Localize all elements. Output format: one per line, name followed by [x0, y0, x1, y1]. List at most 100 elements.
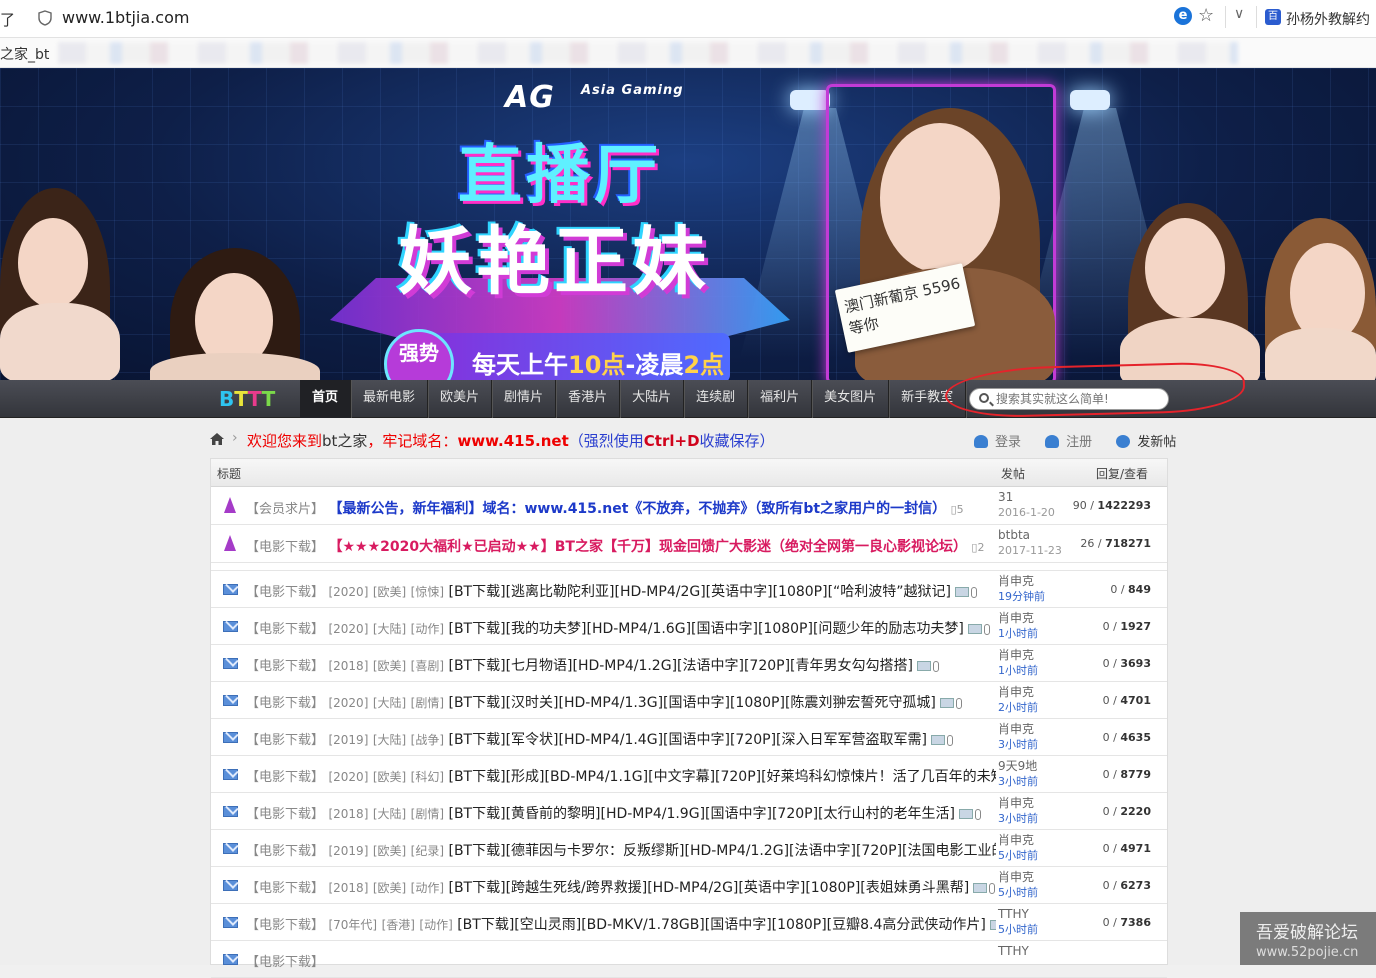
thread-category[interactable]: 【电影下载】 — [246, 540, 324, 555]
post-time[interactable]: 3小时前 — [998, 738, 1038, 751]
author-name[interactable]: btbta — [998, 528, 1030, 542]
thread-region[interactable]: [大陆] — [373, 622, 406, 636]
table-row[interactable]: 【电影下载】 [2020] [大陆] [剧情] [BT下载][汉时关][HD-M… — [211, 682, 1167, 719]
thread-title[interactable]: [BT下载][七月物语][HD-MP4/1.2G][法语中字][720P][青年… — [448, 658, 912, 674]
nav-hongkong[interactable]: 香港片 — [556, 380, 621, 418]
post-time[interactable]: 1小时前 — [998, 627, 1038, 640]
thread-title[interactable]: [BT下载][我的功夫梦][HD-MP4/1.6G][国语中字][1080P][… — [448, 621, 963, 637]
thread-title[interactable]: [BT下载][汉时关][HD-MP4/1.3G][国语中字][1080P][陈震… — [448, 695, 935, 711]
thread-year[interactable]: [2020] — [328, 622, 368, 636]
thread-title[interactable]: [BT下载][跨越生死线/跨界救援][HD-MP4/2G][英语中字][1080… — [448, 880, 969, 896]
table-row[interactable]: 【电影下载】 [2018] [大陆] [剧情] [BT下载][黄昏前的黎明][H… — [211, 793, 1167, 830]
post-time[interactable]: 19分钟前 — [998, 590, 1045, 603]
thread-region[interactable]: [欧美] — [373, 770, 406, 784]
thread-genre[interactable]: [战争] — [411, 733, 444, 747]
bookmark-news-link[interactable]: 孙杨外教解约 — [1286, 9, 1370, 29]
thread-title[interactable]: 【★★★2020大福利★已启动★★】BT之家【千万】现金回馈广大影迷（绝对全网第… — [328, 539, 967, 555]
nav-western[interactable]: 欧美片 — [428, 380, 493, 418]
author-name[interactable]: 肖申克 — [998, 611, 1034, 625]
thread-genre[interactable]: [动作] — [411, 622, 444, 636]
author-name[interactable]: 肖申克 — [998, 648, 1034, 662]
thread-genre[interactable]: [剧情] — [411, 807, 444, 821]
thread-region[interactable]: [大陆] — [373, 733, 406, 747]
thread-year[interactable]: [2018] — [328, 881, 368, 895]
post-time[interactable]: 5小时前 — [998, 849, 1038, 862]
home-icon[interactable] — [210, 433, 224, 445]
new-post-link[interactable]: 发新帖 — [1116, 435, 1176, 450]
table-row[interactable]: 【电影下载】 [2018] [欧美] [动作] [BT下载][跨越生死线/跨界救… — [211, 867, 1167, 904]
thread-category[interactable]: 【电影下载】 — [246, 733, 324, 748]
thread-title[interactable]: [BT下载][空山灵雨][BD-MKV/1.78GB][国语中字][1080P]… — [457, 917, 986, 933]
thread-year[interactable]: [2019] — [328, 733, 368, 747]
table-row[interactable]: 【电影下载】 [2020] [大陆] [动作] [BT下载][我的功夫梦][HD… — [211, 608, 1167, 645]
bookmark-star-icon[interactable]: ☆ — [1198, 5, 1214, 26]
thread-category[interactable]: 【电影下载】 — [246, 770, 324, 785]
thread-genre[interactable]: [动作] — [411, 881, 444, 895]
table-row[interactable]: 【电影下载】 [2019] [欧美] [纪录] [BT下载][德菲因与卡罗尔：反… — [211, 830, 1167, 867]
thread-genre[interactable]: [动作] — [419, 918, 452, 932]
table-row[interactable]: 【电影下载】 [2020] [欧美] [惊悚] [BT下载][逃离比勒陀利亚][… — [211, 571, 1167, 608]
sticky-thread[interactable]: 【会员求片】 【最新公告，新年福利】域名：www.415.net《不放弃，不抛弃… — [211, 487, 1167, 525]
chevron-down-icon[interactable]: ∨ — [1234, 6, 1244, 22]
thread-category[interactable]: 【电影下载】 — [246, 622, 324, 637]
nav-pictures[interactable]: 美女图片 — [812, 380, 890, 418]
site-logo[interactable]: BTTT — [219, 387, 275, 411]
nav-mainland[interactable]: 大陆片 — [620, 380, 685, 418]
table-row[interactable]: 【电影下载】 [2019] [大陆] [战争] [BT下载][军令状][HD-M… — [211, 719, 1167, 756]
thread-category[interactable]: 【电影下载】 — [246, 696, 324, 711]
thread-genre[interactable]: [喜剧] — [411, 659, 444, 673]
thread-region[interactable]: [香港] — [382, 918, 415, 932]
nav-series[interactable]: 连续剧 — [684, 380, 749, 418]
thread-category[interactable]: 【电影下载】 — [246, 585, 324, 600]
thread-genre[interactable]: [科幻] — [411, 770, 444, 784]
table-row[interactable]: 【电影下载】 [2020] [欧美] [科幻] [BT下载][形成][BD-MP… — [211, 756, 1167, 793]
security-shield-icon[interactable] — [38, 10, 52, 26]
author-name[interactable]: 肖申克 — [998, 833, 1034, 847]
thread-region[interactable]: [欧美] — [373, 659, 406, 673]
author-name[interactable]: 肖申克 — [998, 574, 1034, 588]
nav-drama[interactable]: 剧情片 — [492, 380, 557, 418]
thread-genre[interactable]: [剧情] — [411, 696, 444, 710]
table-row[interactable]: 【电影下载】 [70年代] [香港] [动作] [BT下载][空山灵雨][BD-… — [211, 904, 1167, 941]
thread-genre[interactable]: [惊悚] — [411, 585, 444, 599]
author-name[interactable]: 肖申克 — [998, 796, 1034, 810]
thread-category[interactable]: 【会员求片】 — [246, 502, 324, 517]
post-time[interactable]: 3小时前 — [998, 812, 1038, 825]
table-row[interactable]: 【电影下载】 [2018] [欧美] [喜剧] [BT下载][七月物语][HD-… — [211, 645, 1167, 682]
author-name[interactable]: 31 — [998, 490, 1013, 504]
thread-year[interactable]: [2020] — [328, 585, 368, 599]
thread-region[interactable]: [欧美] — [373, 585, 406, 599]
thread-title[interactable]: [BT下载][军令状][HD-MP4/1.4G][国语中字][720P][深入日… — [448, 732, 926, 748]
thread-title[interactable]: 【最新公告，新年福利】域名：www.415.net《不放弃，不抛弃》（致所有bt… — [328, 501, 946, 517]
page-count[interactable]: ▯2 — [971, 541, 984, 554]
ie-compat-icon[interactable]: e — [1174, 7, 1192, 25]
thread-year[interactable]: [2020] — [328, 696, 368, 710]
thread-year[interactable]: [2018] — [328, 807, 368, 821]
thread-title[interactable]: [BT下载][黄昏前的黎明][HD-MP4/1.9G][国语中字][720P][… — [448, 806, 954, 822]
thread-category[interactable]: 【电影下载】 — [246, 807, 324, 822]
thread-title[interactable]: [BT下载][德菲因与卡罗尔：反叛缪斯][HD-MP4/1.2G][法语中字][… — [448, 843, 996, 859]
thread-year[interactable]: [2019] — [328, 844, 368, 858]
author-name[interactable]: TTHY — [998, 907, 1029, 921]
register-link[interactable]: 注册 — [1045, 435, 1092, 450]
post-time[interactable]: 5小时前 — [998, 923, 1038, 936]
nav-bonus[interactable]: 福利片 — [748, 380, 813, 418]
thread-title[interactable]: [BT下载][逃离比勒陀利亚][HD-MP4/2G][英语中字][1080P][… — [448, 584, 951, 600]
thread-category[interactable]: 【电影下载】 — [246, 955, 324, 970]
sticky-thread[interactable]: 【电影下载】 【★★★2020大福利★已启动★★】BT之家【千万】现金回馈广大影… — [211, 525, 1167, 563]
thread-region[interactable]: [欧美] — [373, 881, 406, 895]
page-count[interactable]: ▯5 — [951, 503, 964, 516]
thread-category[interactable]: 【电影下载】 — [246, 918, 324, 933]
nav-latest-movies[interactable]: 最新电影 — [351, 380, 429, 418]
thread-title[interactable]: [BT下载][形成][BD-MP4/1.1G][中文字幕][720P][好莱坞科… — [448, 769, 996, 785]
nav-home[interactable]: 首页 — [300, 380, 352, 418]
author-name[interactable]: 9天9地 — [998, 759, 1037, 773]
post-time[interactable]: 1小时前 — [998, 664, 1038, 677]
thread-year[interactable]: [2020] — [328, 770, 368, 784]
author-name[interactable]: 肖申克 — [998, 870, 1034, 884]
thread-region[interactable]: [大陆] — [373, 807, 406, 821]
post-time[interactable]: 5小时前 — [998, 886, 1038, 899]
login-link[interactable]: 登录 — [974, 435, 1021, 450]
thread-category[interactable]: 【电影下载】 — [246, 659, 324, 674]
table-row[interactable]: 【电影下载】 TTHY — [211, 941, 1167, 978]
